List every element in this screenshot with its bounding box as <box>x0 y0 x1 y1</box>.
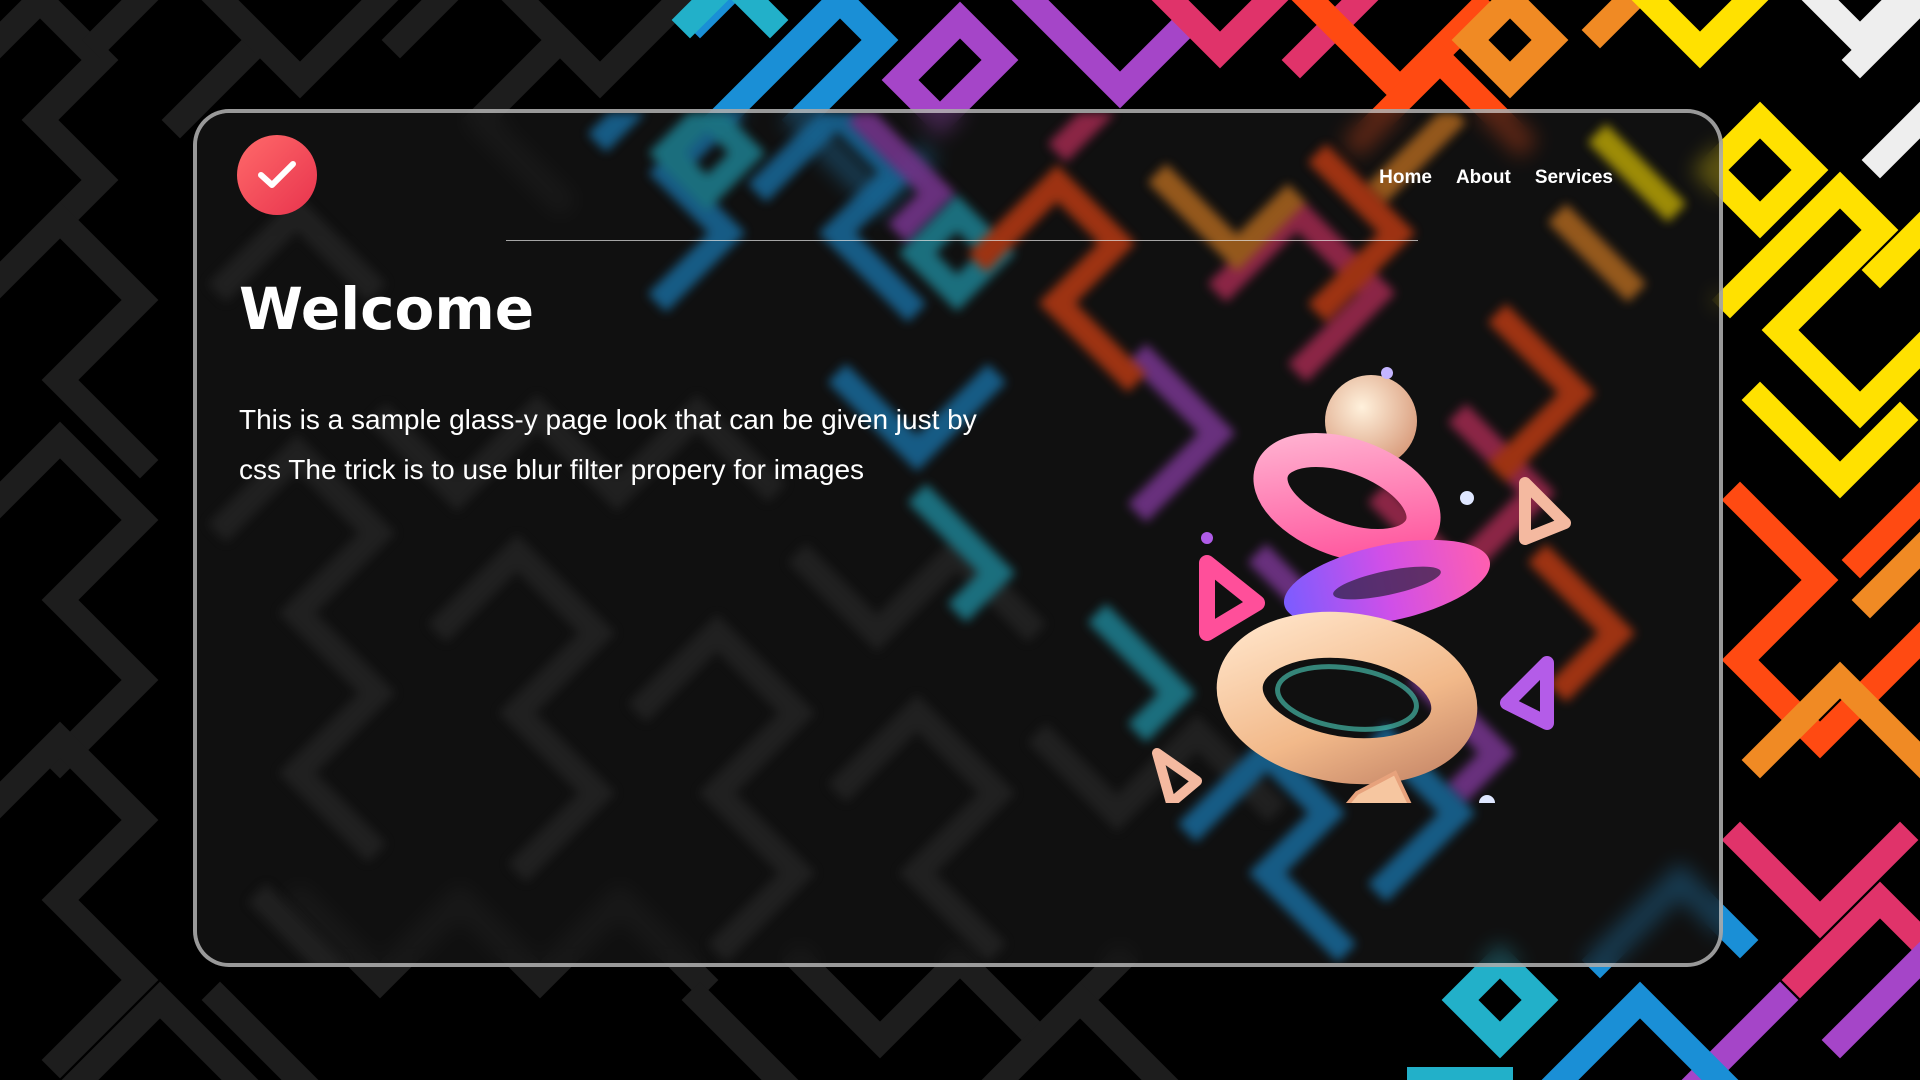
header-divider <box>506 240 1418 241</box>
hero-description: This is a sample glass-y page look that … <box>239 404 977 485</box>
page-title: Welcome <box>239 275 535 343</box>
glass-card: Home About Services Welcome This is a sa… <box>193 109 1723 967</box>
checkmark-icon <box>258 161 296 188</box>
nav-about-link[interactable]: About <box>1456 167 1511 189</box>
abstract-3d-artwork <box>1152 367 1571 803</box>
nav-services-link[interactable]: Services <box>1535 167 1613 189</box>
main-nav: Home About Services <box>1379 167 1613 189</box>
logo-button[interactable] <box>237 135 317 215</box>
nav-home-link[interactable]: Home <box>1379 167 1432 189</box>
page: Home About Services Welcome This is a sa… <box>0 0 1920 1080</box>
